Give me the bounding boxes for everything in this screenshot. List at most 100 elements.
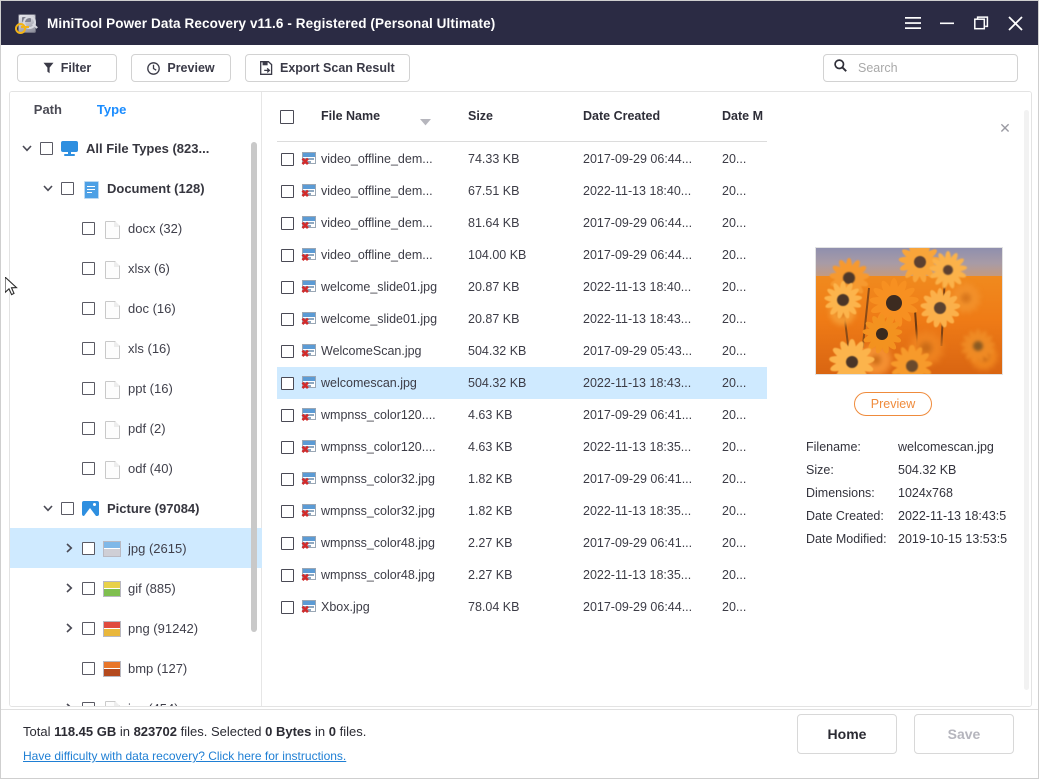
tree-scrollbar-thumb[interactable] [251,142,257,632]
table-row[interactable]: ✖video_offline_dem...104.00 KB2017-09-29… [277,239,767,271]
table-row[interactable]: ✖video_offline_dem...81.64 KB2017-09-29 … [277,207,767,239]
tree-item[interactable]: pdf (2) [10,408,262,448]
tree-item-checkbox[interactable] [82,302,95,315]
table-row[interactable]: ✖video_offline_dem...74.33 KB2017-09-29 … [277,143,767,175]
tree-item-label: xlsx (6) [128,261,170,276]
row-checkbox[interactable] [281,537,294,550]
table-row[interactable]: ✖wmpnss_color32.jpg1.82 KB2017-09-29 06:… [277,463,767,495]
tree-item[interactable]: ico (454) [10,688,262,706]
menu-icon[interactable] [896,8,930,38]
column-header-file-name[interactable]: File Name [321,109,380,123]
tree-item-checkbox[interactable] [82,222,95,235]
row-checkbox[interactable] [281,217,294,230]
table-row[interactable]: ✖wmpnss_color48.jpg2.27 KB2022-11-13 18:… [277,559,767,591]
tree-twisty-icon[interactable] [62,621,76,635]
file-type-tree[interactable]: All File Types (823...Document (128)docx… [10,128,262,706]
row-checkbox[interactable] [281,185,294,198]
tree-item[interactable]: All File Types (823... [10,128,262,168]
table-row[interactable]: ✖welcome_slide01.jpg20.87 KB2022-11-13 1… [277,303,767,335]
search-box[interactable] [823,54,1018,82]
column-header-date-created[interactable]: Date Created [583,109,660,123]
tree-item-checkbox[interactable] [82,702,95,707]
row-checkbox[interactable] [281,473,294,486]
table-row[interactable]: ✖welcome_slide01.jpg20.87 KB2022-11-13 1… [277,271,767,303]
tree-item-checkbox[interactable] [82,382,95,395]
row-checkbox[interactable] [281,409,294,422]
column-header-date-modified[interactable]: Date M [722,109,763,123]
table-row[interactable]: ✖wmpnss_color48.jpg2.27 KB2017-09-29 06:… [277,527,767,559]
export-scan-result-button[interactable]: Export Scan Result [245,54,410,82]
tree-item-checkbox[interactable] [82,622,95,635]
tree-twisty-icon[interactable] [62,701,76,706]
tree-item-checkbox[interactable] [61,182,74,195]
table-row[interactable]: ✖wmpnss_color120....4.63 KB2017-09-29 06… [277,399,767,431]
tree-item-checkbox[interactable] [82,422,95,435]
tree-item[interactable]: Document (128) [10,168,262,208]
tree-item-checkbox[interactable] [82,262,95,275]
row-checkbox[interactable] [281,345,294,358]
row-checkbox[interactable] [281,313,294,326]
cell-date-created: 2017-09-29 06:41... [583,408,692,422]
tree-twisty-icon[interactable] [62,541,76,555]
tree-item-checkbox[interactable] [82,582,95,595]
file-list-rows[interactable]: ✖video_offline_dem...74.33 KB2017-09-29 … [277,143,767,673]
table-row[interactable]: ✖WelcomeScan.jpg504.32 KB2017-09-29 05:4… [277,335,767,367]
tab-path[interactable]: Path [19,97,77,121]
tree-item[interactable]: gif (885) [10,568,262,608]
sort-descending-icon[interactable] [420,113,431,131]
tree-item-checkbox[interactable] [61,502,74,515]
tree-item-checkbox[interactable] [82,462,95,475]
column-header-size[interactable]: Size [468,109,493,123]
tree-twisty-icon[interactable] [20,141,34,155]
table-row[interactable]: ✖wmpnss_color120....4.63 KB2022-11-13 18… [277,431,767,463]
highlight-box-type [201,93,262,125]
preview-button[interactable]: Preview [131,54,231,82]
tree-item[interactable]: xls (16) [10,328,262,368]
tree-item[interactable]: xlsx (6) [10,248,262,288]
save-button[interactable]: Save [914,714,1014,754]
preview-close-icon[interactable]: ✕ [997,120,1013,136]
jpg-file-icon: ✖ [301,568,317,582]
row-checkbox[interactable] [281,153,294,166]
tab-type[interactable]: Type [83,97,141,121]
tree-item[interactable]: Picture (97084) [10,488,262,528]
row-checkbox[interactable] [281,249,294,262]
tree-twisty-icon[interactable] [62,581,76,595]
row-checkbox[interactable] [281,441,294,454]
row-checkbox[interactable] [281,601,294,614]
select-all-checkbox[interactable] [280,110,294,124]
search-input[interactable] [856,60,1010,76]
help-link[interactable]: Have difficulty with data recovery? Clic… [23,749,346,763]
row-checkbox[interactable] [281,377,294,390]
cell-date-modified: 20... [722,408,746,422]
table-row[interactable]: ✖Xbox.jpg78.04 KB2017-09-29 06:44...20..… [277,591,767,623]
row-checkbox[interactable] [281,569,294,582]
row-checkbox[interactable] [281,505,294,518]
minimize-icon[interactable] [930,8,964,38]
tree-item[interactable]: ppt (16) [10,368,262,408]
row-checkbox[interactable] [281,281,294,294]
tree-item[interactable]: jpg (2615) [10,528,262,568]
preview-scrollbar[interactable] [1024,110,1029,690]
tree-scrollbar[interactable] [251,136,257,666]
tree-twisty-icon[interactable] [41,501,55,515]
tree-item[interactable]: png (91242) [10,608,262,648]
close-icon[interactable] [998,8,1032,38]
home-button[interactable]: Home [797,714,897,754]
filter-button[interactable]: Filter [17,54,117,82]
restore-icon[interactable] [964,8,998,38]
cell-file-name: video_offline_dem... [321,248,433,262]
tree-item[interactable]: doc (16) [10,288,262,328]
tree-item[interactable]: odf (40) [10,448,262,488]
tree-twisty-icon[interactable] [41,181,55,195]
tree-item-checkbox[interactable] [82,542,95,555]
table-row[interactable]: ✖wmpnss_color32.jpg1.82 KB2022-11-13 18:… [277,495,767,527]
tree-item[interactable]: docx (32) [10,208,262,248]
tree-item-checkbox[interactable] [40,142,53,155]
preview-open-button[interactable]: Preview [854,392,932,416]
table-row[interactable]: ✖welcomescan.jpg504.32 KB2022-11-13 18:4… [277,367,767,399]
tree-item[interactable]: bmp (127) [10,648,262,688]
table-row[interactable]: ✖video_offline_dem...67.51 KB2022-11-13 … [277,175,767,207]
tree-item-checkbox[interactable] [82,342,95,355]
tree-item-checkbox[interactable] [82,662,95,675]
